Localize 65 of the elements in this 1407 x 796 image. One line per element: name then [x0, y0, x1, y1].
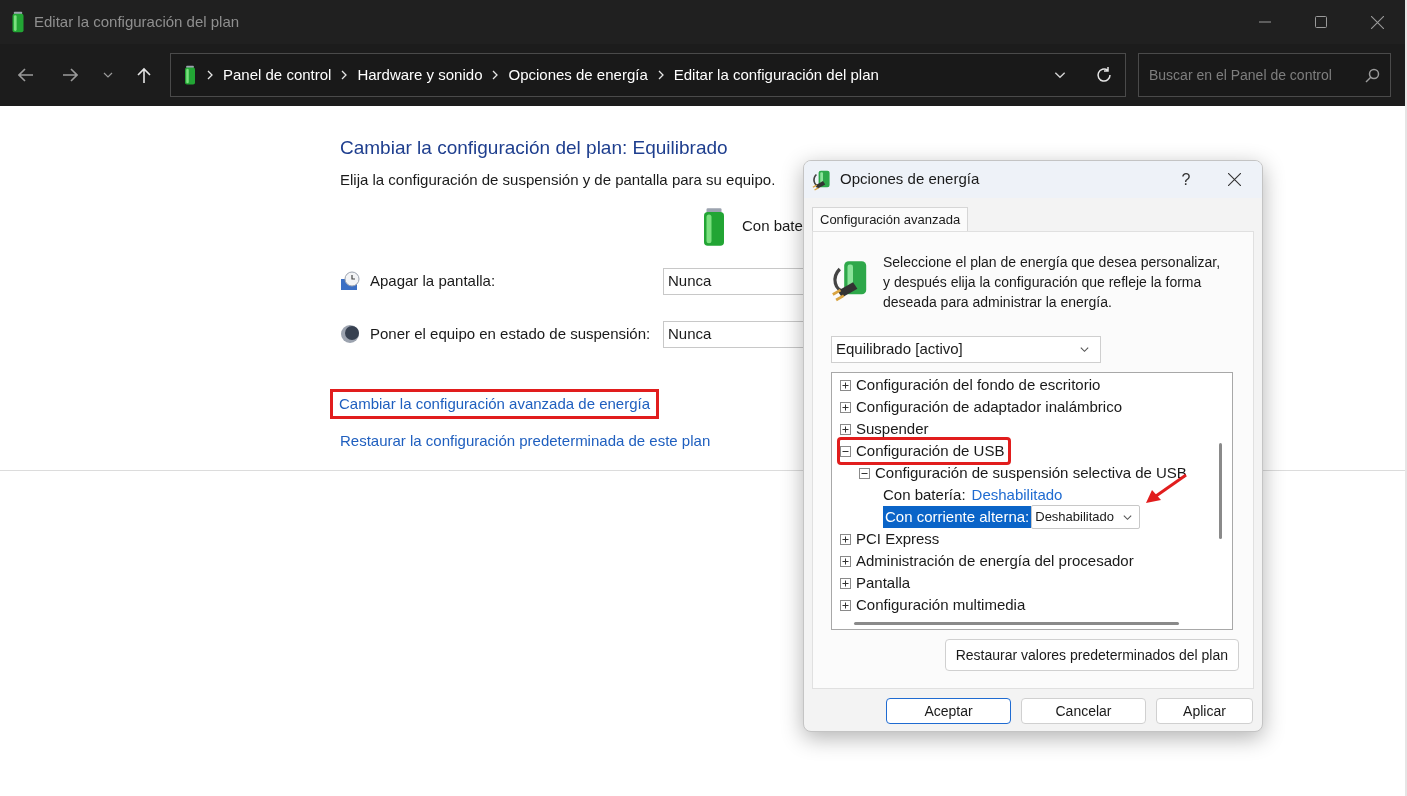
vertical-scrollbar[interactable]	[1219, 443, 1222, 539]
tree-item[interactable]: PCI Express	[840, 527, 940, 551]
column-header: Con bate	[742, 216, 803, 237]
expand-icon[interactable]	[840, 533, 851, 545]
plan-dropdown[interactable]: Equilibrado [activo]	[831, 336, 1101, 363]
tree-item[interactable]: Suspender	[840, 417, 929, 441]
address-bar[interactable]: Panel de control Hardware y sonido Opciones de energía Editar la configuración del plan	[170, 53, 1126, 97]
page-subtitle: Elija la configuración de suspensión y de pantalla para su equipo.	[340, 170, 776, 190]
battery-icon	[10, 11, 26, 33]
chevron-right-icon	[657, 70, 664, 80]
restore-defaults-button[interactable]: Restaurar valores predeterminados del plan	[944, 639, 1239, 671]
collapse-icon[interactable]	[840, 445, 851, 457]
back-arrow-icon	[18, 68, 34, 82]
settings-link[interactable]: Cambiar la configuración avanzada de energía	[333, 391, 657, 416]
breadcrumb-item[interactable]: Editar la configuración del plan	[673, 63, 879, 87]
search-field[interactable]: Buscar en el Panel de control	[1149, 64, 1365, 86]
tree-item[interactable]: Pantalla	[840, 571, 911, 595]
up-arrow-icon	[137, 66, 151, 84]
clock-monitor-icon	[340, 271, 360, 291]
setting-label: Poner el equipo en estado de suspensión:	[370, 323, 651, 344]
tab[interactable]: Configuración avanzada	[812, 207, 969, 231]
window-title: Editar la configuración del plan	[34, 11, 240, 32]
moon-icon	[340, 324, 360, 344]
breadcrumb-item[interactable]: Hardware y sonido	[357, 63, 483, 87]
help-button[interactable]: ?	[1166, 163, 1206, 196]
tree-item[interactable]: Configuración del fondo de escritorio	[840, 373, 1101, 397]
minimize-icon	[1259, 21, 1271, 23]
value-dropdown[interactable]: Deshabilitado	[1031, 505, 1141, 529]
setting-label[interactable]: Con batería:	[883, 483, 972, 507]
tree-item[interactable]: Configuración de adaptador inalámbrico	[840, 395, 1122, 419]
tree-item[interactable]: Administración de energía del procesador	[840, 549, 1134, 573]
search-icon	[1365, 67, 1380, 83]
chevron-right-icon	[341, 70, 348, 80]
breadcrumb-item[interactable]: Panel de control	[223, 63, 332, 87]
dialog-button[interactable]: Cancelar	[1021, 698, 1146, 724]
dialog-title: Opciones de energía	[840, 169, 980, 190]
close-icon	[1370, 15, 1384, 29]
close-icon	[1227, 173, 1241, 186]
horizontal-scrollbar[interactable]	[854, 622, 1179, 625]
chevron-down-icon	[1079, 344, 1090, 355]
expand-icon[interactable]	[840, 555, 851, 567]
chevron-right-icon	[492, 70, 499, 80]
settings-link[interactable]: Restaurar la configuración predeterminada de este plan	[340, 429, 711, 452]
battery-icon	[183, 65, 197, 85]
expand-icon[interactable]	[840, 379, 851, 391]
expand-icon[interactable]	[840, 599, 851, 611]
setting-label[interactable]: Con corriente alterna:	[883, 505, 1032, 529]
tree-item[interactable]: Configuración multimedia	[840, 593, 1026, 617]
forward-arrow-icon	[62, 68, 78, 82]
collapse-icon[interactable]	[859, 467, 870, 479]
page-title: Cambiar la configuración del plan: Equilibrado	[340, 136, 729, 160]
expand-icon[interactable]	[840, 423, 851, 435]
search-box[interactable]: Buscar en el Panel de control	[1138, 53, 1391, 97]
chevron-right-icon	[207, 70, 213, 80]
dialog-button[interactable]: Aplicar	[1156, 698, 1253, 724]
expand-icon[interactable]	[840, 577, 851, 589]
refresh-icon[interactable]	[1095, 66, 1113, 84]
expand-icon[interactable]	[840, 401, 851, 413]
breadcrumb-item[interactable]: Opciones de energía	[508, 63, 648, 87]
dialog-button[interactable]: Aceptar	[886, 698, 1011, 724]
setting-label: Apagar la pantalla:	[370, 270, 496, 291]
value-link[interactable]: Deshabilitado	[971, 483, 1063, 507]
dialog-description: Seleccione el plan de energía que desea personalizar, y después elija la configuración que refleje la forma deseada para administrar la energía.	[883, 253, 1222, 312]
maximize-icon	[1315, 16, 1327, 28]
tree-item[interactable]: Configuración de USB	[840, 439, 1009, 463]
